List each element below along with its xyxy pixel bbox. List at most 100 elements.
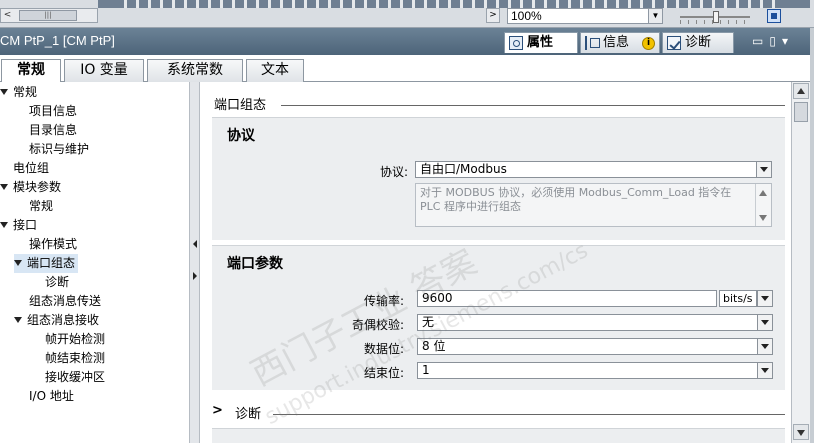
tree-item-operating-mode[interactable]: 操作模式 <box>29 235 77 254</box>
collapse-left-icon[interactable] <box>193 240 197 248</box>
chevron-right-icon[interactable]: > <box>212 403 223 418</box>
scroll-thumb[interactable] <box>794 102 808 122</box>
diagnostics-icon <box>667 36 681 50</box>
section-header-diagnostics[interactable]: 诊断 <box>235 403 261 422</box>
slider-knob[interactable] <box>713 11 719 23</box>
stopbits-label: 结束位: <box>363 366 404 380</box>
chevron-down-icon[interactable] <box>758 291 772 306</box>
tree-item-receive-buffer[interactable]: 接收缓冲区 <box>45 368 105 387</box>
top-toolbar-strip: < ||| > 100% ▼ <box>0 0 814 28</box>
baud-label: 传输率: <box>363 294 404 308</box>
pane-splitter[interactable] <box>190 82 200 443</box>
databits-value: 8 位 <box>422 339 446 353</box>
caret-down-icon[interactable] <box>0 222 8 228</box>
note-scrollbar[interactable] <box>755 184 771 226</box>
tab-label: 诊断 <box>685 35 712 50</box>
tree-item-identification[interactable]: 标识与维护 <box>29 140 89 159</box>
vertical-scrollbar[interactable] <box>791 82 810 443</box>
chevron-down-icon[interactable] <box>757 315 772 330</box>
parity-label: 奇偶校验: <box>351 318 404 332</box>
zoom-select[interactable]: 100% ▼ <box>507 8 663 24</box>
tab-system-constants[interactable]: 系统常数 <box>147 59 243 82</box>
diagnostics-panel <box>212 428 785 443</box>
scroll-left-arrow-icon[interactable]: < <box>1 9 14 22</box>
info-badge-icon: i <box>642 37 655 50</box>
tree-item-project-info[interactable]: 项目信息 <box>29 102 77 121</box>
panel-title-port-params: 端口参数 <box>227 256 283 272</box>
scroll-down-icon[interactable] <box>793 424 809 440</box>
port-params-panel: 端口参数 传输率: 9600 bits/s 奇偶校验: 无 数据位: 8 位 结… <box>212 245 785 390</box>
scroll-up-icon[interactable] <box>759 190 767 196</box>
protocol-label: 协议: <box>379 165 408 179</box>
baud-unit: bits/s <box>719 290 757 307</box>
panel-title-protocol: 协议 <box>227 128 255 144</box>
note-text: 对于 MODBUS 协议，必须使用 Modbus_Comm_Load 指令在 P… <box>420 186 732 213</box>
tab-label: 属性 <box>527 35 554 50</box>
tree-label: 接口 <box>13 218 38 232</box>
scroll-right-arrow-icon[interactable]: > <box>486 8 500 23</box>
tree-item-start-detect[interactable]: 帧开始检测 <box>45 330 105 349</box>
scroll-down-icon[interactable] <box>759 215 767 221</box>
window-edge <box>810 28 814 443</box>
tree-item-module-general[interactable]: 常规 <box>29 197 53 216</box>
chevron-down-icon[interactable] <box>757 339 772 354</box>
tab-properties[interactable]: 属性 <box>504 32 578 53</box>
tree-item-end-detect[interactable]: 帧结束检测 <box>45 349 105 368</box>
protocol-note: 对于 MODBUS 协议，必须使用 Modbus_Comm_Load 指令在 P… <box>415 183 772 227</box>
zoom-value: 100% <box>511 9 542 23</box>
tree-item-module-params[interactable]: 模块参数 <box>0 178 61 197</box>
baud-input[interactable]: 9600 <box>417 290 717 307</box>
tab-general[interactable]: 常规 <box>1 59 61 83</box>
section-divider <box>281 105 785 106</box>
caret-down-icon[interactable] <box>0 89 8 95</box>
tree-label: 端口组态 <box>27 256 76 270</box>
stopbits-select[interactable]: 1 <box>417 362 773 379</box>
tree-item-general[interactable]: 常规 <box>0 83 37 102</box>
expand-right-icon[interactable] <box>193 272 197 280</box>
info-icon <box>585 36 600 50</box>
caret-down-icon[interactable] <box>14 317 22 323</box>
caret-down-icon[interactable] <box>0 184 8 190</box>
chevron-down-icon[interactable]: ▼ <box>648 9 662 23</box>
tree-label: 常规 <box>13 85 38 99</box>
tree-item-port-config[interactable]: 端口组态 <box>14 254 78 273</box>
properties-content: 端口组态 协议 协议: 自由口/Modbus 对于 MODBUS 协议，必须使用… <box>201 82 791 443</box>
tree-item-diagnostics[interactable]: 诊断 <box>45 273 69 292</box>
parity-select[interactable]: 无 <box>417 314 773 331</box>
protocol-select[interactable]: 自由口/Modbus <box>415 161 772 178</box>
scroll-up-icon[interactable] <box>793 83 809 99</box>
chevron-down-icon[interactable] <box>756 162 771 177</box>
window-controls[interactable]: ▭▯▾ <box>752 34 794 48</box>
tree-item-receive-config[interactable]: 组态消息接收 <box>14 311 99 330</box>
tab-io-tags[interactable]: IO 变量 <box>64 59 144 82</box>
baud-unit-select[interactable] <box>757 290 773 307</box>
tree-item-catalog-info[interactable]: 目录信息 <box>29 121 77 140</box>
chevron-down-icon[interactable] <box>757 363 772 378</box>
inspector-header: CM PtP_1 [CM PtP] 属性 信息 i 诊断 ▭▯▾ <box>0 28 814 55</box>
parity-value: 无 <box>422 315 435 329</box>
tree-item-potential-group[interactable]: 电位组 <box>13 159 49 178</box>
caret-down-icon[interactable] <box>14 260 22 266</box>
tree-item-io-address[interactable]: I/O 地址 <box>29 387 74 406</box>
databits-label: 数据位: <box>363 342 404 356</box>
tab-info[interactable]: 信息 i <box>580 32 660 53</box>
stopbits-value: 1 <box>422 363 430 377</box>
horizontal-scrollbar[interactable]: < ||| <box>0 8 98 23</box>
protocol-panel: 协议 协议: 自由口/Modbus 对于 MODBUS 协议，必须使用 Modb… <box>212 117 785 240</box>
tree-item-transmit-config[interactable]: 组态消息传送 <box>29 292 101 311</box>
scroll-thumb[interactable]: ||| <box>19 10 77 21</box>
properties-icon <box>509 36 523 50</box>
tab-label: 信息 <box>603 35 630 50</box>
section-header-port-config: 端口组态 <box>214 98 267 113</box>
tree-label: 组态消息接收 <box>27 313 100 327</box>
tree-item-interface[interactable]: 接口 <box>0 216 37 235</box>
overview-navigation-icon[interactable] <box>767 9 781 23</box>
device-view-canvas <box>98 0 810 8</box>
databits-select[interactable]: 8 位 <box>417 338 773 355</box>
zoom-slider[interactable] <box>680 10 750 24</box>
device-ports-pattern <box>118 0 778 8</box>
protocol-value: 自由口/Modbus <box>420 162 507 176</box>
tab-texts[interactable]: 文本 <box>246 59 304 82</box>
tab-diagnostics[interactable]: 诊断 <box>662 32 734 53</box>
tree-label: 模块参数 <box>13 180 62 194</box>
